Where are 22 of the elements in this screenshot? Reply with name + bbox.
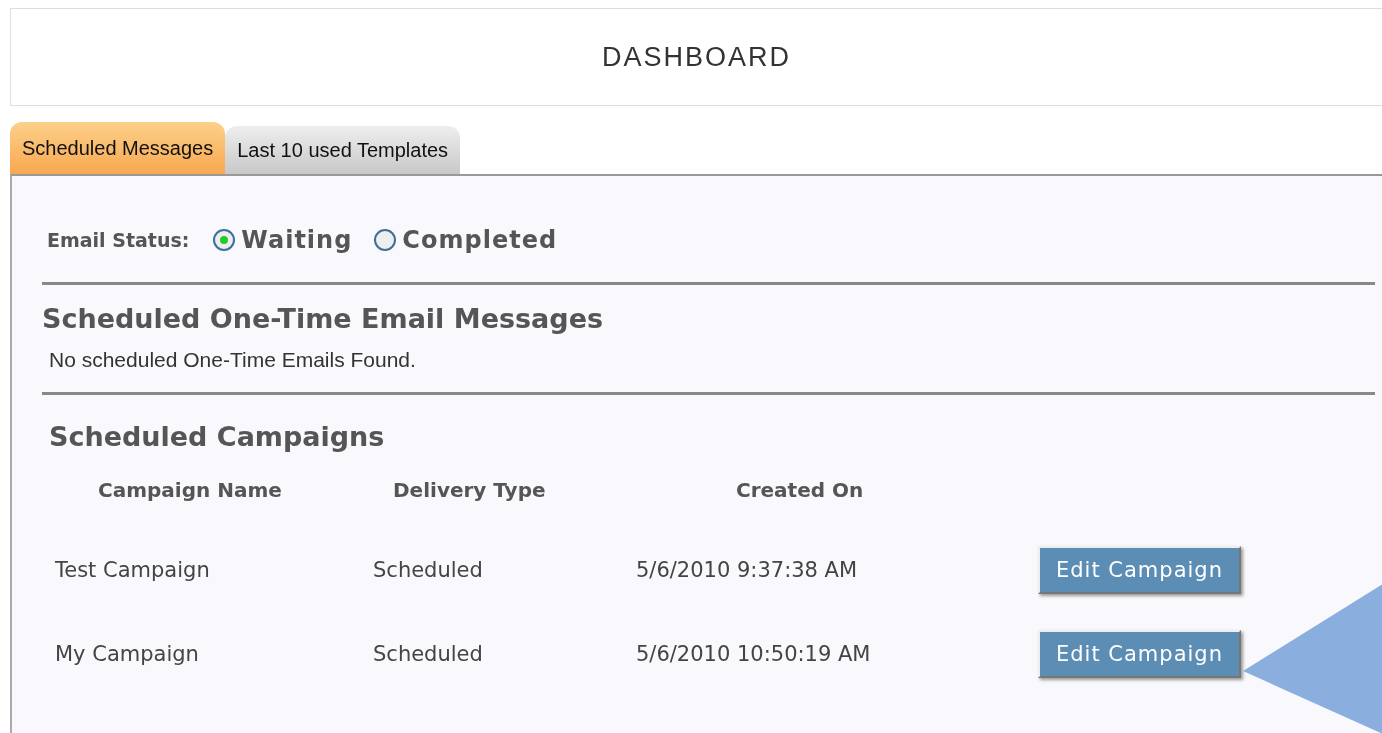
- tab[interactable]: Scheduled Messages: [10, 122, 226, 174]
- table-cell: 5/6/2010 10:50:19 AM: [636, 642, 871, 666]
- radio-button[interactable]: [374, 229, 397, 251]
- table-cell: Test Campaign: [55, 558, 210, 582]
- radio-button[interactable]: [213, 229, 236, 251]
- tab[interactable]: Last 10 used Templates: [225, 126, 461, 174]
- radio-label[interactable]: Waiting: [241, 226, 353, 254]
- table-cell: My Campaign: [55, 642, 199, 666]
- column-header: Created On: [735, 478, 865, 504]
- page-title: DASHBOARD: [602, 41, 791, 73]
- column-header: Campaign Name: [97, 478, 283, 504]
- table-cell: 5/6/2010 9:37:38 AM: [636, 558, 858, 582]
- edit-campaign-button[interactable]: Edit Campaign: [1038, 546, 1241, 594]
- section-heading: Scheduled One-Time Email Messages: [42, 302, 605, 334]
- table-cell: Scheduled: [373, 642, 483, 666]
- radio-label[interactable]: Completed: [402, 226, 558, 254]
- edit-campaign-button[interactable]: Edit Campaign: [1038, 630, 1241, 678]
- email-status-label: Email Status:: [47, 229, 190, 251]
- section-heading: Scheduled Campaigns: [48, 420, 386, 452]
- table-cell: Scheduled: [373, 558, 483, 582]
- column-header: Delivery Type: [392, 478, 547, 504]
- empty-message: No scheduled One-Time Emails Found.: [48, 347, 417, 373]
